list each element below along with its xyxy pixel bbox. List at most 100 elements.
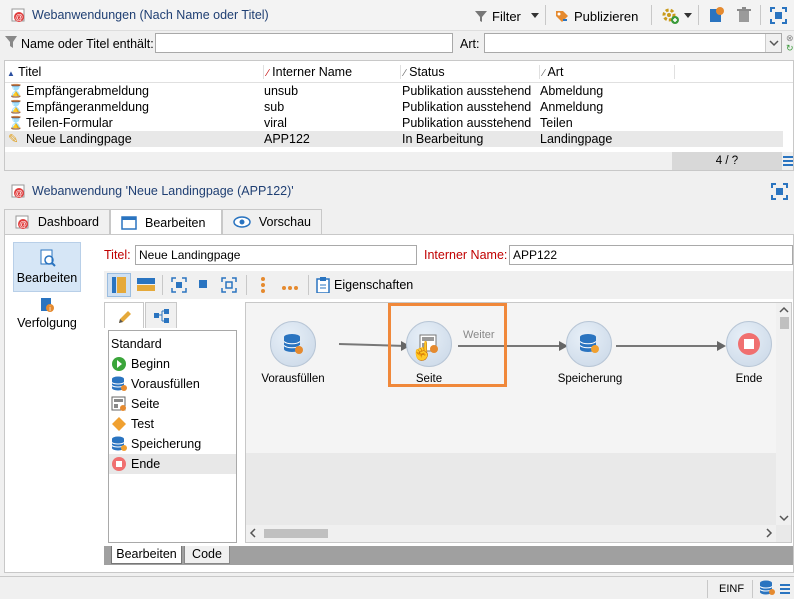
select-arrow-button[interactable] bbox=[765, 34, 781, 52]
node-label-prefill: Vorausfüllen bbox=[261, 373, 325, 385]
hand-cursor-icon: ☝ bbox=[411, 341, 434, 361]
hourglass-icon: ⌛ bbox=[8, 116, 24, 130]
side-nav-tracking[interactable]: i Verfolgung bbox=[13, 297, 81, 337]
node-storage[interactable] bbox=[566, 321, 612, 367]
node-end[interactable] bbox=[726, 321, 772, 367]
vertical-dots-icon[interactable] bbox=[259, 275, 267, 295]
table-row[interactable]: ⌛ Empfängerabmeldung unsub Publikation a… bbox=[5, 83, 783, 99]
palette-item-prefill[interactable]: Vorausfüllen bbox=[109, 374, 236, 394]
detail-tabs: @ Dashboard Bearbeiten Vorschau bbox=[4, 209, 794, 235]
bottom-tab-bar: Bearbeiten Code bbox=[104, 546, 793, 565]
internal-name-field[interactable] bbox=[509, 245, 793, 265]
maximize-icon[interactable] bbox=[771, 183, 788, 200]
page-search-icon bbox=[40, 249, 56, 267]
new-icon[interactable] bbox=[707, 6, 725, 24]
node-label-storage: Speicherung bbox=[557, 373, 623, 385]
svg-text:@: @ bbox=[15, 13, 23, 22]
publish-icon bbox=[556, 11, 568, 22]
status-bar: EINF bbox=[0, 576, 794, 599]
gear-dropdown-arrow[interactable] bbox=[684, 13, 692, 18]
horizontal-scrollbar[interactable] bbox=[246, 525, 776, 542]
palette-item-test[interactable]: Test bbox=[109, 414, 236, 434]
window-icon bbox=[121, 215, 137, 230]
activity-palette: Standard Beginn Vorausfüllen Seite Test … bbox=[108, 330, 237, 543]
gear-add-icon[interactable] bbox=[661, 6, 679, 24]
start-icon bbox=[112, 357, 126, 371]
fit-icon[interactable] bbox=[170, 276, 188, 294]
database-icon bbox=[111, 376, 127, 391]
maximize-icon[interactable] bbox=[770, 7, 787, 24]
refresh-icon[interactable]: ↻ bbox=[786, 43, 794, 53]
node-label-page: Seite bbox=[415, 373, 443, 385]
name-filter-input[interactable] bbox=[155, 33, 453, 53]
horizontal-dots-icon[interactable] bbox=[280, 281, 300, 290]
workflow-canvas[interactable]: Vorausfüllen ☝ Seite Weiter Speicherung … bbox=[245, 302, 792, 543]
filter-button[interactable]: Filter bbox=[474, 6, 521, 26]
list-footer: 4 / ? bbox=[5, 152, 793, 170]
diamond-icon bbox=[112, 417, 126, 431]
clear-filter-icon[interactable]: ⊗ bbox=[786, 33, 794, 43]
bottom-tab-code[interactable]: Code bbox=[184, 546, 230, 564]
svg-text:@: @ bbox=[19, 220, 27, 229]
title-field[interactable] bbox=[135, 245, 417, 265]
horizontal-scroll-thumb[interactable] bbox=[264, 529, 328, 538]
pagination-box: 4 / ? bbox=[672, 152, 782, 170]
column-header-status[interactable]: ∕ Status bbox=[400, 65, 538, 79]
side-nav-edit[interactable]: Bearbeiten bbox=[13, 242, 81, 292]
layout-horizontal-icon[interactable] bbox=[135, 274, 157, 296]
detail-header: @ Webanwendung 'Neue Landingpage (APP122… bbox=[0, 177, 794, 205]
hourglass-icon: ⌛ bbox=[8, 84, 24, 98]
palette-item-end[interactable]: Ende bbox=[109, 454, 236, 474]
palette-item-page[interactable]: Seite bbox=[109, 394, 236, 414]
database-status-icon[interactable] bbox=[759, 580, 775, 596]
tab-dashboard[interactable]: @ Dashboard bbox=[4, 209, 110, 234]
funnel-icon bbox=[5, 36, 17, 48]
tab-preview[interactable]: Vorschau bbox=[222, 209, 322, 234]
column-header-internal-name[interactable]: ∕ Interner Name bbox=[263, 65, 399, 79]
bottom-tab-edit[interactable]: Bearbeiten bbox=[111, 546, 182, 564]
palette-item-start[interactable]: Beginn bbox=[109, 354, 236, 374]
properties-button[interactable]: Eigenschaften bbox=[316, 275, 413, 295]
tracking-icon: i bbox=[41, 298, 54, 313]
pencil-icon bbox=[119, 311, 131, 323]
stop-icon[interactable] bbox=[199, 280, 207, 288]
database-sync-icon bbox=[111, 436, 127, 451]
input-mode: EINF bbox=[719, 583, 745, 595]
table-row-selected[interactable]: ✎ Neue Landingpage APP122 In Bearbeitung… bbox=[5, 131, 783, 147]
pencil-icon: ✎ bbox=[8, 132, 19, 146]
table-row[interactable]: ⌛ Empfängeranmeldung sub Publikation aus… bbox=[5, 99, 783, 115]
publish-button[interactable]: Publizieren bbox=[554, 6, 638, 26]
palette-item-storage[interactable]: Speicherung bbox=[109, 434, 236, 454]
editor-toolbar: Eigenschaften bbox=[104, 271, 793, 299]
hourglass-icon: ⌛ bbox=[8, 100, 24, 114]
column-header-type[interactable]: ∕ Art bbox=[539, 65, 675, 79]
type-filter-label: Art: bbox=[460, 37, 480, 51]
list-header: ▲ Titel ∕ Interner Name ∕ Status ∕ Art bbox=[5, 61, 793, 83]
type-filter-select[interactable] bbox=[484, 33, 782, 53]
vertical-scrollbar[interactable] bbox=[776, 303, 791, 525]
webapp-list: ▲ Titel ∕ Interner Name ∕ Status ∕ Art ⌛… bbox=[4, 60, 794, 171]
webapp-icon: @ bbox=[11, 183, 27, 199]
layout-vertical-icon[interactable] bbox=[107, 273, 131, 297]
status-menu-icon[interactable] bbox=[780, 583, 790, 595]
tree-icon bbox=[154, 309, 169, 323]
filter-dropdown-arrow[interactable] bbox=[531, 13, 539, 18]
node-prefill[interactable] bbox=[270, 321, 316, 367]
table-row[interactable]: ⌛ Teilen-Formular viral Publikation auss… bbox=[5, 115, 783, 131]
column-header-title[interactable]: ▲ Titel bbox=[7, 65, 262, 79]
dashboard-icon: @ bbox=[15, 215, 29, 229]
internal-name-label: Interner Name: bbox=[424, 248, 508, 262]
publish-label: Publizieren bbox=[574, 8, 639, 24]
trash-icon[interactable] bbox=[735, 6, 753, 24]
vertical-scroll-thumb[interactable] bbox=[780, 317, 789, 329]
eye-icon bbox=[233, 216, 251, 228]
edit-area: Bearbeiten i Verfolgung Titel: Interner … bbox=[4, 234, 794, 573]
palette-tab-pencil[interactable] bbox=[104, 302, 144, 328]
end-icon bbox=[738, 333, 760, 355]
list-menu-icon[interactable] bbox=[783, 155, 793, 167]
clipboard-icon bbox=[316, 277, 330, 293]
tab-edit[interactable]: Bearbeiten bbox=[110, 209, 222, 235]
svg-text:@: @ bbox=[15, 189, 23, 198]
zoom-fit-icon[interactable] bbox=[220, 276, 238, 294]
palette-tab-tree[interactable] bbox=[145, 302, 177, 328]
